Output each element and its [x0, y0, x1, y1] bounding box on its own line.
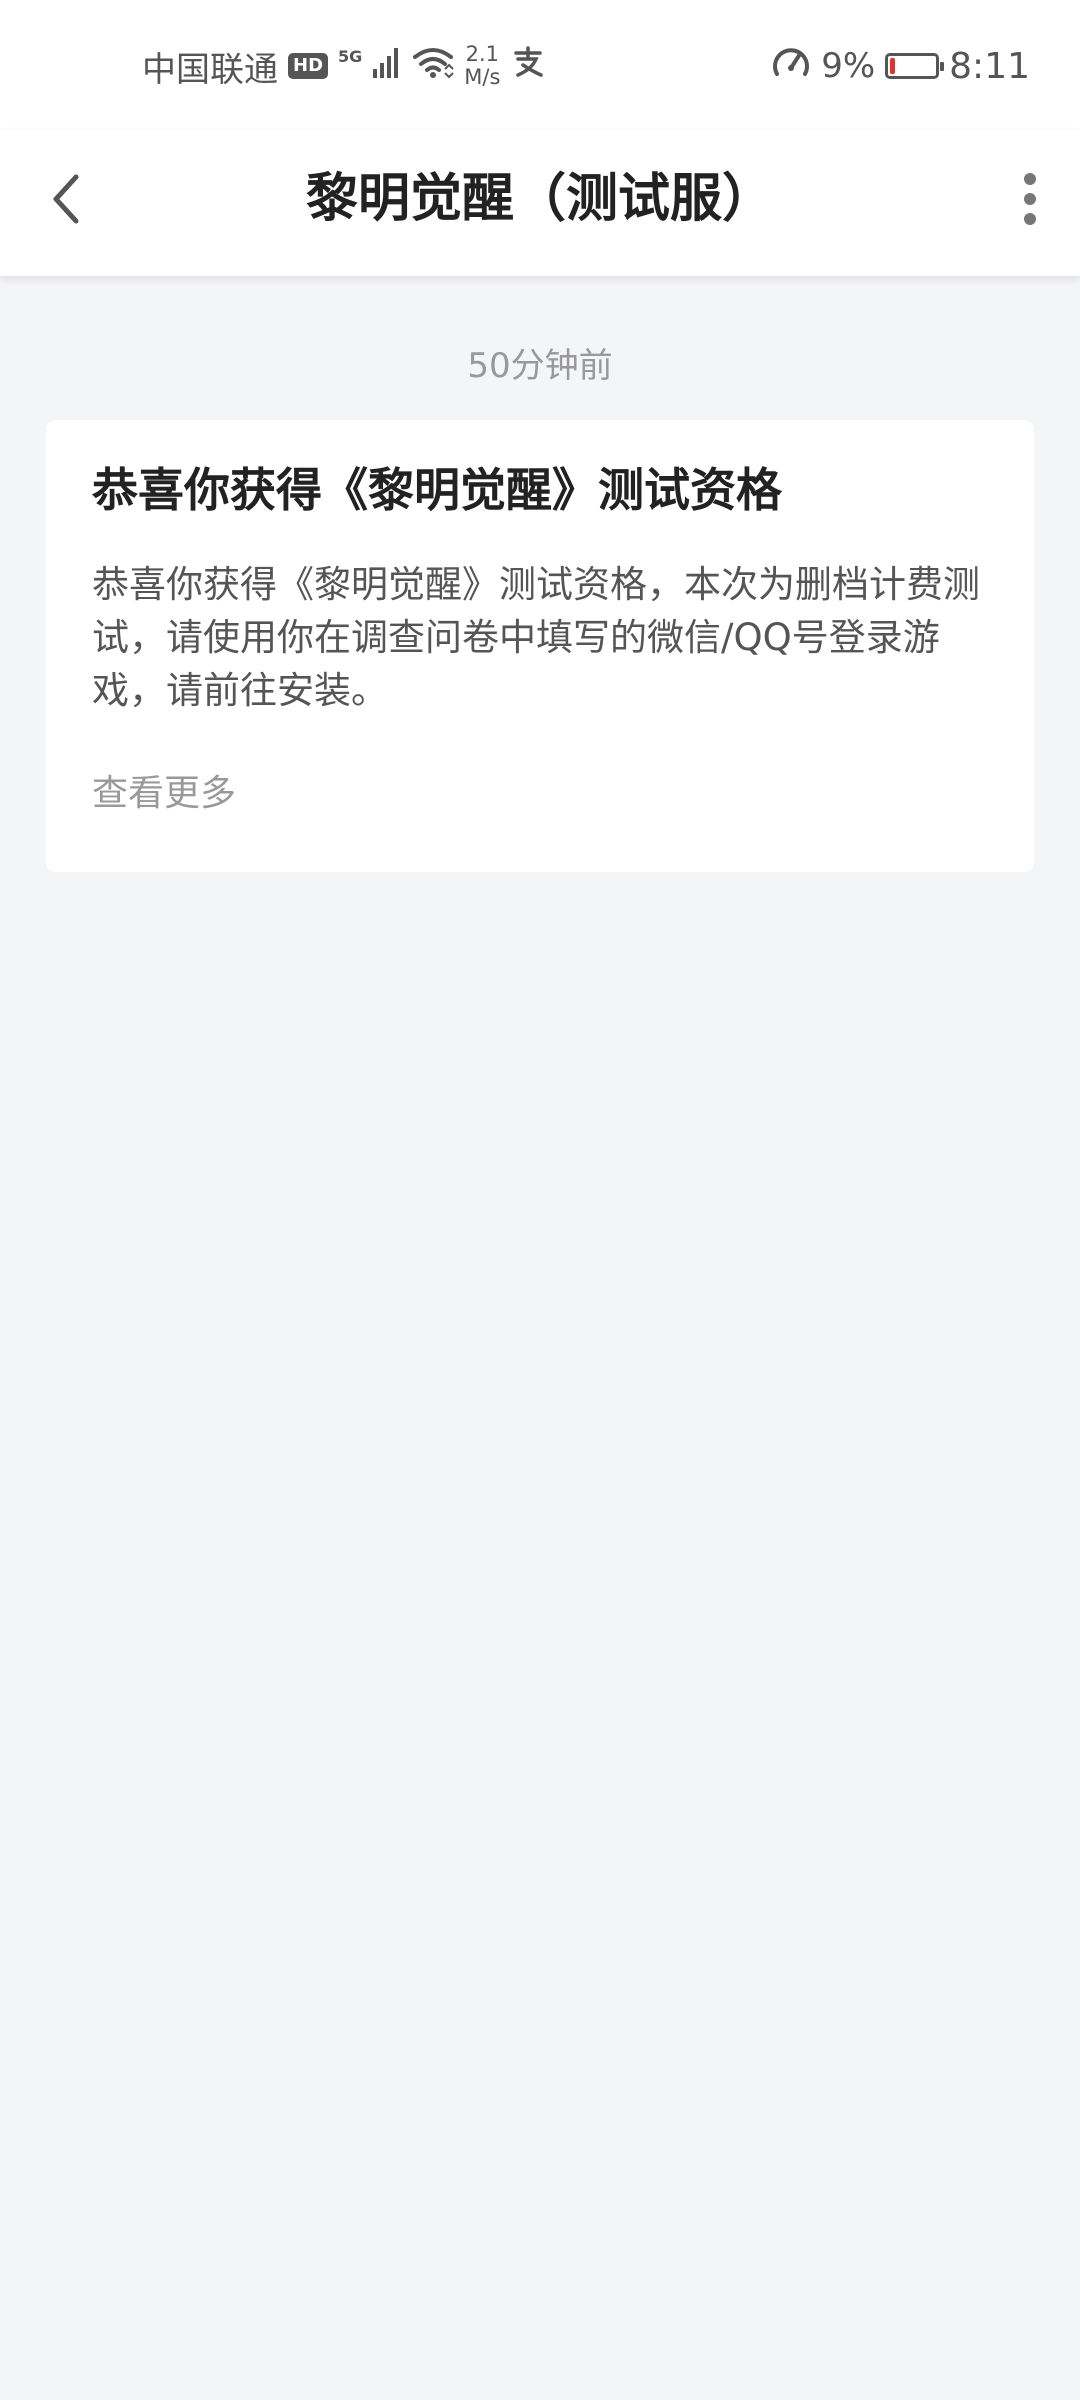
more-vertical-icon — [1020, 169, 1040, 233]
hd-badge: HD — [288, 53, 329, 79]
message-timestamp: 50分钟前 — [467, 346, 613, 386]
network-type: 5G — [338, 46, 363, 66]
speedometer-icon — [771, 44, 811, 89]
status-bar-right: 9% 8:11 — [771, 42, 1030, 90]
network-speed-value: 2.1 — [465, 42, 500, 66]
status-bar: 中国联通 HD 5G 2.1 M/s 9% 8:11 — [0, 0, 1080, 130]
clock: 8:11 — [949, 45, 1030, 87]
battery-icon — [885, 53, 945, 79]
page: 中国联通 HD 5G 2.1 M/s 9% 8:11 黎明觉醒（测试服） 50分… — [0, 0, 1080, 2400]
network-speed-unit: M/s — [464, 65, 501, 89]
app-header: 黎明觉醒（测试服） — [0, 130, 1080, 277]
message-body: 恭喜你获得《黎明觉醒》测试资格，本次为删档计费测试，请使用你在调查问卷中填写的微… — [92, 563, 980, 712]
status-bar-left: 中国联通 HD 5G 2.1 M/s — [142, 42, 546, 90]
more-options-button[interactable] — [1000, 166, 1060, 236]
page-title: 黎明觉醒（测试服） — [305, 169, 774, 229]
message-card[interactable]: 恭喜你获得《黎明觉醒》测试资格 恭喜你获得《黎明觉醒》测试资格，本次为删档计费测… — [46, 420, 1034, 872]
battery-level — [890, 58, 896, 74]
signal-icon — [372, 45, 402, 88]
view-more-link[interactable]: 查看更多 — [92, 769, 988, 819]
message-title: 恭喜你获得《黎明觉醒》测试资格 — [92, 463, 782, 517]
network-speed: 2.1 M/s — [464, 43, 500, 89]
carrier-name: 中国联通 — [142, 49, 278, 90]
alipay-icon — [510, 45, 546, 88]
battery-percent: 9% — [821, 46, 876, 86]
wifi-icon — [412, 45, 454, 88]
